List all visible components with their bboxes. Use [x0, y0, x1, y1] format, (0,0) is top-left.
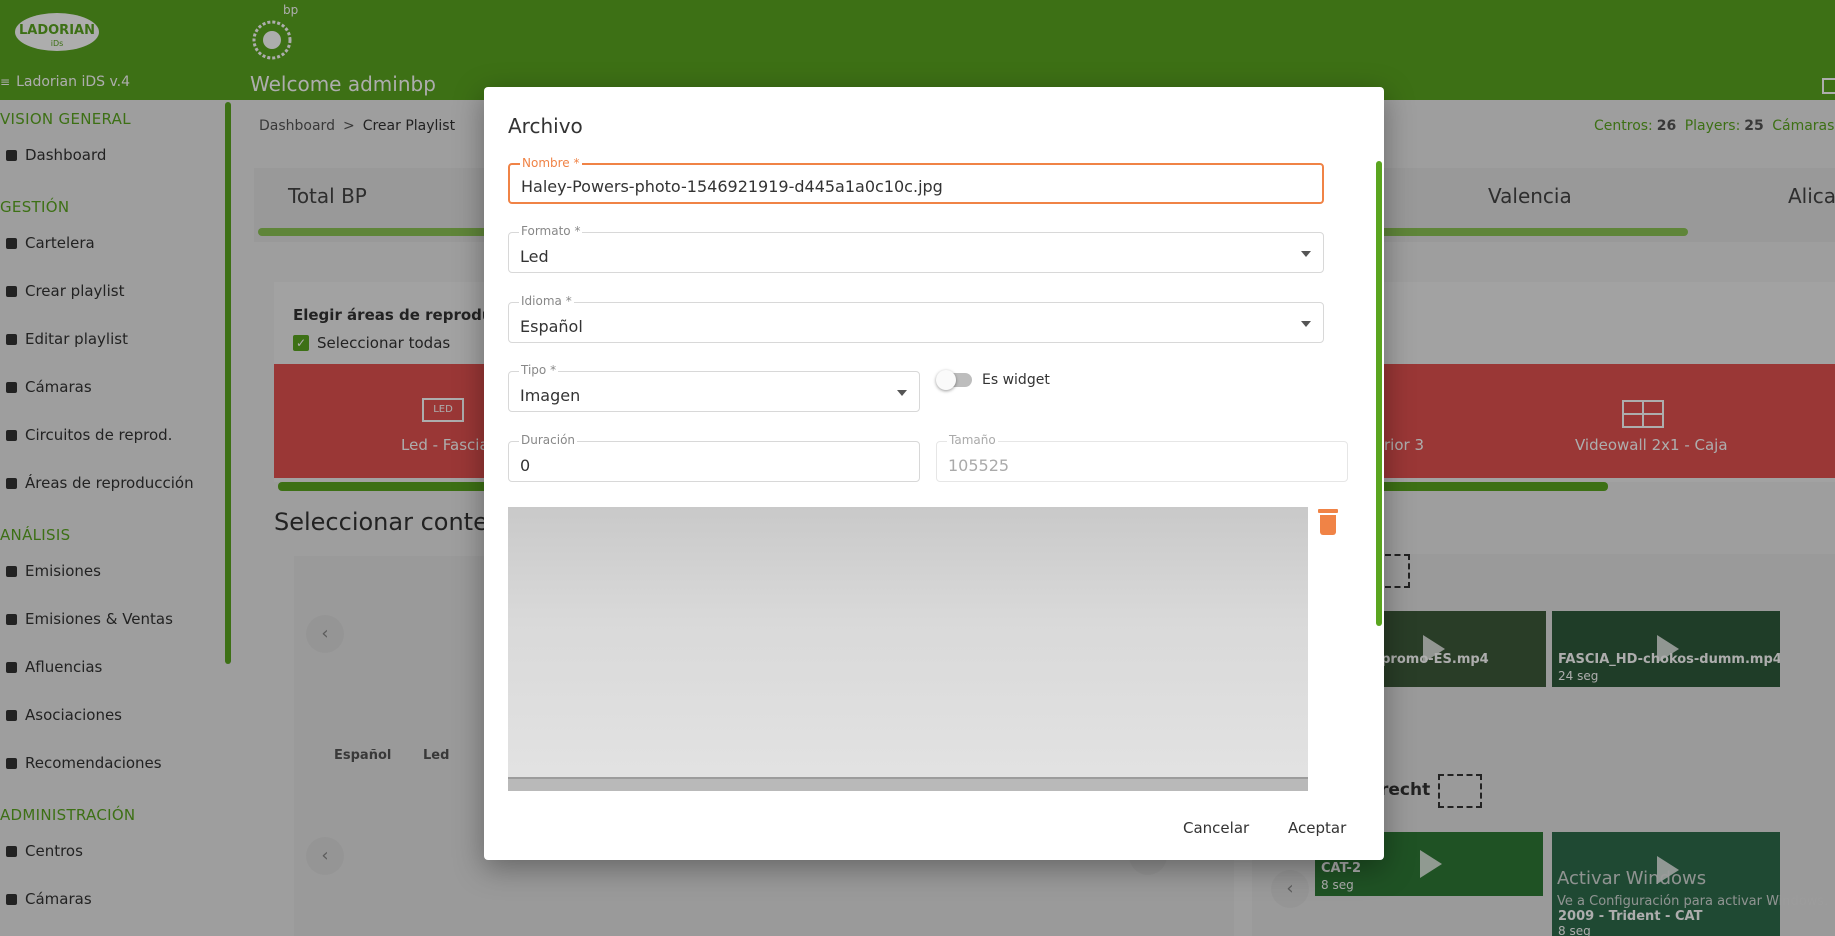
es-widget-label: Es widget: [982, 372, 1050, 388]
accept-button[interactable]: Aceptar: [1280, 813, 1354, 843]
toggle-track: [936, 370, 972, 390]
tipo-label: Tipo *: [519, 363, 559, 377]
chevron-down-icon: [1301, 251, 1311, 257]
trash-body: [1320, 515, 1336, 535]
idioma-value: Español: [520, 317, 583, 336]
image-preview: [508, 507, 1308, 791]
trash-icon[interactable]: [1318, 509, 1338, 535]
duracion-value: 0: [520, 456, 531, 475]
formato-value: Led: [520, 247, 549, 266]
cancel-button[interactable]: Cancelar: [1175, 813, 1257, 843]
trash-lid: [1318, 509, 1338, 513]
nombre-field[interactable]: Nombre * Haley-Powers-photo-1546921919-d…: [508, 156, 1324, 204]
duracion-field[interactable]: Duración 0: [508, 433, 920, 482]
formato-select[interactable]: Formato * Led: [508, 224, 1324, 273]
nombre-value: Haley-Powers-photo-1546921919-d445a1a0c1…: [521, 177, 943, 196]
chevron-down-icon: [897, 390, 907, 396]
idioma-select[interactable]: Idioma * Español: [508, 294, 1324, 343]
toggle-knob: [936, 370, 956, 390]
tipo-select[interactable]: Tipo * Imagen: [508, 363, 920, 412]
es-widget-toggle[interactable]: Es widget: [936, 370, 1050, 390]
duracion-label: Duración: [519, 433, 578, 447]
tamano-value: 105525: [948, 456, 1010, 475]
archivo-dialog: Archivo Nombre * Haley-Powers-photo-1546…: [484, 87, 1384, 860]
tamano-label: Tamaño: [947, 433, 998, 447]
tipo-value: Imagen: [520, 386, 581, 405]
dialog-title: Archivo: [508, 114, 583, 138]
idioma-label: Idioma *: [519, 294, 574, 308]
chevron-down-icon: [1301, 321, 1311, 327]
formato-label: Formato *: [519, 224, 583, 238]
nombre-label: Nombre *: [520, 156, 582, 170]
preview-sofa-detail: [508, 777, 1308, 791]
tamano-field: Tamaño 105525: [936, 433, 1348, 482]
dialog-scrollbar[interactable]: [1376, 161, 1382, 626]
